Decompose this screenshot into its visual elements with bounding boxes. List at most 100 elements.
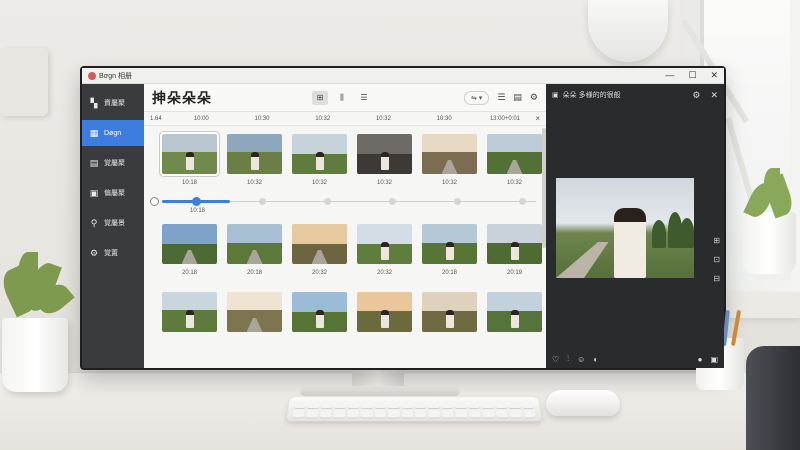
photo-row: [144, 276, 546, 338]
maximize-button[interactable]: ☐: [688, 70, 696, 81]
slider-marker[interactable]: [259, 198, 266, 205]
timeline-slider[interactable]: 10:18: [144, 194, 546, 214]
photo-thumbnail[interactable]: [357, 134, 412, 174]
photo-thumbnail[interactable]: [422, 224, 477, 264]
photo-item[interactable]: 10:32: [292, 134, 347, 186]
photo-item[interactable]: [487, 292, 542, 338]
photo-item[interactable]: 10:32: [357, 134, 412, 186]
record-icon[interactable]: ●: [698, 355, 703, 364]
sidebar-item-images[interactable]: ▣ 偏屬聚: [82, 180, 144, 206]
title-bar: Bơgn 相册 — ☐ ✕: [82, 68, 724, 84]
slider-marker[interactable]: [519, 198, 526, 205]
window-title: Bơgn 相册: [99, 72, 132, 80]
minimize-button[interactable]: —: [665, 70, 674, 81]
photo-thumbnail[interactable]: [227, 224, 282, 264]
sidebar-item-label: 覚屬聚: [104, 160, 125, 167]
photo-time: 20:32: [376, 270, 392, 276]
sort-dropdown[interactable]: ⇋ ▾: [463, 90, 490, 105]
sidebar-item-grid[interactable]: ▦ Døgn: [82, 120, 144, 146]
photo-thumbnail[interactable]: [422, 292, 477, 332]
photo-thumbnail[interactable]: [422, 134, 477, 174]
photo-item[interactable]: 10:32: [227, 134, 282, 186]
photo-row: 20:18 20:18 20:32 20:32 20:18 20:19: [144, 224, 546, 276]
photo-item[interactable]: 20:19: [487, 224, 542, 276]
photo-thumbnail[interactable]: [160, 132, 219, 176]
preview-close-icon[interactable]: ✕: [710, 90, 718, 101]
favorite-icon[interactable]: ♡: [552, 355, 559, 364]
photo-item[interactable]: [357, 292, 412, 338]
wall-switch: [0, 48, 48, 116]
zoom-icon[interactable]: ⊞: [713, 236, 720, 245]
photo-thumbnail[interactable]: [162, 224, 217, 264]
sidebar-item-label: 覚置: [104, 250, 118, 257]
sidebar-item-label: 偏屬聚: [104, 190, 125, 197]
info-icon[interactable]: ⫶: [567, 354, 569, 364]
monitor-base: [300, 386, 460, 396]
slider-marker[interactable]: [389, 198, 396, 205]
gallery-main: 抻朵朵朵 ⊞ ⫼ ☰ ⇋ ▾ ☰ ▤ ⚙ 1.64 10:00 10:30 10…: [144, 84, 546, 368]
sort-icon: ⇋: [470, 94, 477, 102]
photo-time: 10:32: [246, 180, 262, 186]
photo-item[interactable]: 10:32: [422, 134, 477, 186]
sidebar-item-search[interactable]: ⚲ 覚屬景: [82, 210, 144, 236]
preview-settings-icon[interactable]: ⚙: [692, 90, 700, 101]
photo-app-window: Bơgn 相册 — ☐ ✕ ▚ 資屬聚 ▦ Døgn ▤ 覚屬聚 ▣ 偏屬聚 ⚲…: [82, 68, 724, 368]
photo-thumbnail[interactable]: [292, 134, 347, 174]
photo-thumbnail[interactable]: [487, 224, 542, 264]
crop-icon[interactable]: ⊟: [713, 274, 720, 283]
timeline-close-icon[interactable]: ×: [535, 114, 540, 123]
photo-item[interactable]: [162, 292, 217, 338]
photo-thumbnail[interactable]: [487, 134, 542, 174]
grid-icon: ▦: [89, 127, 99, 138]
sidebar-item-photos[interactable]: ▚ 資屬聚: [82, 90, 144, 116]
gear-icon: ⚙: [89, 247, 99, 258]
app-logo-icon: [88, 71, 96, 80]
menu-icon[interactable]: ☰: [497, 92, 505, 103]
photo-thumbnail[interactable]: [292, 224, 347, 264]
edit-icon[interactable]: ⊡: [713, 255, 720, 264]
column-view-button[interactable]: ⫼: [334, 91, 350, 105]
sidebar-item-albums[interactable]: ▤ 覚屬聚: [82, 150, 144, 176]
settings-icon[interactable]: ⚙: [530, 92, 538, 103]
photo-item[interactable]: 10:18: [160, 132, 219, 186]
photo-item[interactable]: 20:32: [292, 224, 347, 276]
photo-item[interactable]: 20:18: [422, 224, 477, 276]
photo-thumbnail[interactable]: [292, 292, 347, 332]
close-button[interactable]: ✕: [710, 70, 718, 81]
adjust-icon[interactable]: ◐: [593, 355, 598, 364]
timeline-header: 1.64 10:00 10:30 10:32 10:32 10:30 13:00…: [144, 112, 546, 126]
photo-thumbnail[interactable]: [227, 292, 282, 332]
gallery-icon[interactable]: ▣: [710, 355, 718, 364]
preview-image-area: ⊞ ⊡ ⊟: [546, 106, 724, 350]
gallery-header: 抻朵朵朵 ⊞ ⫼ ☰ ⇋ ▾ ☰ ▤ ⚙: [144, 84, 546, 112]
preview-image[interactable]: [556, 178, 694, 278]
sidebar: ▚ 資屬聚 ▦ Døgn ▤ 覚屬聚 ▣ 偏屬聚 ⚲ 覚屬景 ⚙ 覚置: [82, 84, 144, 368]
slider-marker[interactable]: [324, 198, 331, 205]
photo-thumbnail[interactable]: [227, 134, 282, 174]
preview-side-tools: ⊞ ⊡ ⊟: [713, 236, 720, 283]
photo-item[interactable]: 20:32: [357, 224, 412, 276]
slider-handle[interactable]: [192, 197, 201, 206]
photo-time: 10:32: [311, 180, 327, 186]
list-view-button[interactable]: ☰: [356, 91, 372, 105]
photo-thumbnail[interactable]: [162, 292, 217, 332]
slider-marker[interactable]: [454, 198, 461, 205]
photo-item[interactable]: [227, 292, 282, 338]
sidebar-item-settings[interactable]: ⚙ 覚置: [82, 240, 144, 266]
grid-view-button[interactable]: ⊞: [312, 90, 328, 105]
face-icon[interactable]: ☺: [577, 355, 585, 364]
photo-row: 10:18 10:32 10:32 10:32 10:32 10:32: [144, 126, 546, 186]
photo-item[interactable]: 10:32: [487, 134, 542, 186]
photo-item[interactable]: [422, 292, 477, 338]
photo-thumbnail[interactable]: [357, 292, 412, 332]
photo-item[interactable]: [292, 292, 347, 338]
photo-item[interactable]: 20:18: [227, 224, 282, 276]
slider-start-handle[interactable]: [150, 197, 159, 206]
sidebar-item-label: 覚屬景: [104, 220, 125, 227]
photo-item[interactable]: 20:18: [162, 224, 217, 276]
timeline-tick: 13:00+0:01: [489, 115, 521, 122]
photo-thumbnail[interactable]: [487, 292, 542, 332]
photo-thumbnail[interactable]: [357, 224, 412, 264]
preview-panel: ▣ 朵朵 多様的的很般 ⚙ ✕ ⊞ ⊡ ⊟ ♡ ⫶ ☺ ◐ ● ▣: [546, 84, 724, 368]
calendar-icon[interactable]: ▤: [513, 92, 522, 103]
